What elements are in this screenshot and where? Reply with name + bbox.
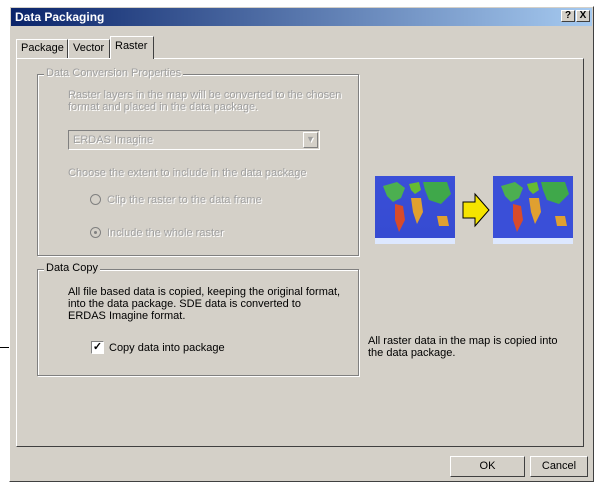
tab-package[interactable]: Package (16, 39, 68, 58)
copy-description-line3: ERDAS Imagine format. (68, 310, 186, 322)
copy-description-line1: All file based data is copied, keeping t… (68, 286, 341, 298)
copy-description-line2: into the data package. SDE data is conve… (68, 298, 301, 310)
copy-data-checkbox[interactable]: ✓ (91, 341, 104, 354)
data-copy-legend: Data Copy (44, 262, 100, 274)
close-button[interactable]: X (576, 10, 590, 22)
help-button[interactable]: ? (561, 10, 575, 22)
preview-caption-line2: the data package. (368, 347, 456, 359)
format-dropdown[interactable]: ERDAS Imagine ▼ (68, 130, 320, 150)
conversion-description-line1: Raster layers in the map will be convert… (68, 89, 342, 101)
packaged-world-map-image (493, 176, 573, 244)
chevron-down-icon[interactable]: ▼ (303, 132, 318, 148)
whole-raster-label: Include the whole raster (107, 227, 224, 239)
preview-caption-line1: All raster data in the map is copied int… (368, 335, 558, 347)
tab-vector[interactable]: Vector (68, 39, 110, 58)
data-conversion-group: Data Conversion Properties Raster layers… (37, 67, 359, 256)
data-copy-group: Data Copy All file based data is copied,… (37, 262, 359, 376)
clip-raster-label: Clip the raster to the data frame (107, 194, 262, 206)
clip-raster-radio[interactable] (90, 194, 101, 205)
conversion-description-line2: format and placed in the data package. (68, 101, 259, 113)
whole-raster-radio[interactable] (90, 227, 101, 238)
tab-raster[interactable]: Raster (110, 36, 154, 59)
window-title: Data Packaging (15, 10, 105, 24)
title-bar: Data Packaging ? X (11, 8, 592, 26)
data-conversion-legend: Data Conversion Properties (44, 67, 184, 79)
extent-label: Choose the extent to include in the data… (68, 167, 307, 179)
raster-copy-illustration (375, 176, 573, 244)
source-world-map-image (375, 176, 455, 244)
copy-data-label: Copy data into package (109, 342, 225, 354)
yellow-arrow-icon (462, 192, 490, 228)
data-packaging-dialog: Data Packaging ? X Package Vector Raster… (9, 6, 594, 482)
format-dropdown-value: ERDAS Imagine (73, 134, 154, 146)
raster-tab-panel: Data Conversion Properties Raster layers… (16, 58, 584, 447)
ok-button[interactable]: OK (450, 456, 525, 477)
cancel-button[interactable]: Cancel (530, 456, 588, 477)
